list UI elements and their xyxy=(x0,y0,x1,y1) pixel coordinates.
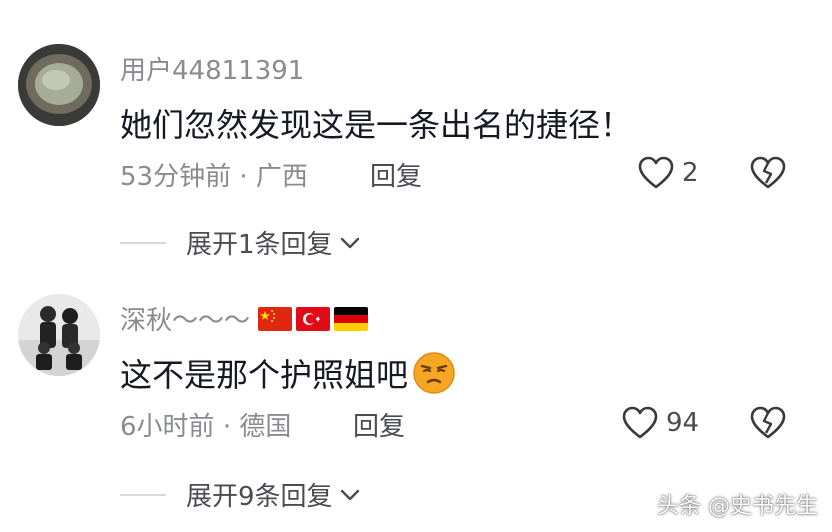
avatar[interactable] xyxy=(18,294,100,376)
divider-line xyxy=(120,241,166,244)
china-flag-icon xyxy=(258,306,293,331)
avatar[interactable] xyxy=(18,44,100,126)
expand-label: 展开9条回复 xyxy=(186,482,333,512)
chevron-down-icon xyxy=(340,489,359,500)
meta-separator: · xyxy=(239,162,248,192)
germany-flag-icon xyxy=(334,306,369,331)
expand-replies-button[interactable]: 展开9条回复 xyxy=(120,476,361,513)
reply-button[interactable]: 回复 xyxy=(353,406,405,443)
username[interactable]: 用户44811391 xyxy=(120,50,304,87)
expand-label: 展开1条回复 xyxy=(186,230,333,260)
comment-meta: 6小时前 · 德国 回复 xyxy=(120,406,405,443)
expand-replies-button[interactable]: 展开1条回复 xyxy=(120,224,361,261)
chevron-down-icon xyxy=(340,237,359,248)
like-count: 94 xyxy=(666,408,700,438)
turkey-flag-icon xyxy=(296,306,331,331)
watermark: 头条 @史书先生 xyxy=(657,494,818,519)
comment-text: 她们忽然发现这是一条出名的捷径！ xyxy=(120,106,633,144)
comment-text-body: 这不是那个护照姐吧 xyxy=(120,356,409,394)
broken-heart-icon[interactable] xyxy=(750,406,786,440)
meta-separator: · xyxy=(222,412,232,442)
comment-time: 53分钟前 xyxy=(120,162,232,192)
comment-location: 广西 xyxy=(255,162,308,192)
comment-time: 6小时前 xyxy=(120,412,215,442)
like-button[interactable]: 2 xyxy=(638,156,699,190)
heart-icon xyxy=(622,406,658,439)
comment-meta: 53分钟前 · 广西 回复 xyxy=(120,156,422,193)
username-text: 深秋～～～ xyxy=(120,306,251,336)
comment-location: 德国 xyxy=(239,412,292,442)
heart-icon xyxy=(638,156,674,189)
like-button[interactable]: 94 xyxy=(622,406,699,440)
flag-badges xyxy=(258,306,369,331)
username[interactable]: 深秋～～～ xyxy=(120,300,369,337)
smirk-emoji-icon xyxy=(413,352,455,394)
reply-button[interactable]: 回复 xyxy=(370,156,422,193)
like-count: 2 xyxy=(682,158,699,188)
broken-heart-icon[interactable] xyxy=(750,156,786,190)
divider-line xyxy=(120,493,166,496)
comment-text: 这不是那个护照姐吧 xyxy=(120,350,456,396)
